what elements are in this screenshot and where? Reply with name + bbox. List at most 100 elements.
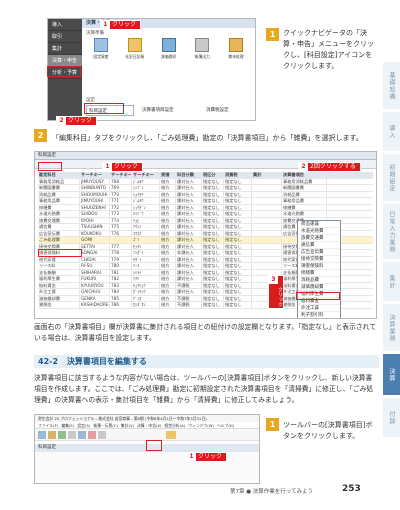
table-cell: 修繕費	[282, 204, 327, 210]
dropdown-option[interactable]: 減価償却費	[298, 284, 340, 291]
table-cell: 指定なし	[224, 204, 252, 210]
table-cell: 課対仕入	[176, 230, 202, 236]
dropdown-option[interactable]: 修繕費	[298, 270, 340, 277]
menu-ledger[interactable]: 帳簿・伝票(C)	[93, 422, 118, 428]
table-cell: KOUKOKU	[80, 230, 110, 236]
table-cell: ｿﾝｶﾞｲ	[132, 250, 160, 256]
table-cell: 事務用品費	[38, 198, 80, 204]
step2-text: 「編集科目」タブをクリックし、「ごみ処理費」勘定の「決算書項目」から「雑費」を選…	[52, 134, 363, 142]
table-cell	[252, 204, 282, 210]
table-cell: 課対仕入	[176, 289, 202, 295]
menu-settlement[interactable]: 決算・申告(K)	[137, 422, 161, 428]
book-icon	[127, 38, 142, 52]
table-cell: 借方	[160, 256, 176, 262]
table-cell: 課対仕入	[176, 237, 202, 243]
highlight-selected-option	[296, 292, 340, 300]
dropdown-option[interactable]: 利子割引料	[298, 312, 340, 318]
table-cell: 借方	[160, 276, 176, 282]
table-cell: 指定なし	[224, 263, 252, 269]
dropdown-option[interactable]: 損害保険料	[298, 263, 340, 270]
dropdown-option[interactable]: 接待交際費	[298, 256, 340, 263]
menu-analysis[interactable]: 経営分析(A)	[164, 422, 185, 428]
table-cell: 指定なし	[224, 178, 252, 184]
toolbar-button[interactable]	[78, 431, 86, 439]
col-header: 決算書項目	[282, 172, 327, 178]
table-cell: 借方	[160, 178, 176, 184]
side-tab[interactable]: 付録	[383, 398, 400, 438]
table-cell: 課対仕入	[176, 243, 202, 249]
table-cell: 784	[110, 289, 132, 295]
side-tab[interactable]: 決算業務	[383, 304, 400, 352]
table-cell: 事務用消耗品費	[282, 178, 327, 184]
table-cell: 指定なし	[202, 256, 224, 262]
icon-tile-5[interactable]: 期末処理	[221, 38, 251, 68]
table-cell: 借方	[160, 250, 176, 256]
dropdown-option[interactable]: 水道光熱費	[298, 228, 340, 235]
table-cell	[252, 224, 282, 230]
table-cell: ｽｲﾄﾞｳ	[132, 211, 160, 217]
table-cell: 課対仕入	[176, 204, 202, 210]
table-cell: 課対仕入	[176, 178, 202, 184]
dropdown-option[interactable]: 外注工賃	[298, 305, 340, 312]
dropdown-option[interactable]: 消耗品費	[298, 277, 340, 284]
table-cell: 771	[110, 198, 132, 204]
side-tab[interactable]: 基礎知識	[383, 62, 400, 110]
dropdown-option[interactable]: 荷造運賃	[298, 221, 340, 228]
highlight-nav-settlement	[47, 66, 81, 77]
menu-window[interactable]: ウィンドウ(W)	[188, 422, 214, 428]
tax-settings-button[interactable]: 消費税設定	[204, 105, 252, 116]
table-cell: 借方	[160, 224, 176, 230]
icon-tile-4[interactable]: 帳簿出力	[187, 38, 217, 68]
toolbar-button[interactable]	[88, 431, 96, 439]
table-cell: 指定なし	[202, 243, 224, 249]
table-cell: ｺﾞﾐ	[132, 237, 160, 243]
step-badge-1: 1	[266, 28, 279, 41]
table-cell: 指定なし	[202, 276, 224, 282]
table-cell: 通信費	[38, 224, 80, 230]
toolbar-button[interactable]	[68, 431, 76, 439]
toolbar-button[interactable]	[38, 431, 46, 439]
table-cell: 指定なし	[224, 211, 252, 217]
document-icon	[94, 38, 108, 52]
table-cell: ｶｼﾀﾞｵﾚ	[132, 302, 160, 308]
menu-bar: ファイル(F) 編集(E) 設定(S) 帳簿・伝票(C) 集計(V) 決算・申告…	[35, 422, 259, 429]
icon-tile-2[interactable]: 仕訳日記帳	[120, 38, 150, 68]
nav-item-summary[interactable]: 集計	[48, 43, 82, 55]
table-cell: 778	[110, 250, 132, 256]
statement-item-dropdown[interactable]: 荷造運賃 水道光熱費 旅費交通費 通信費 広告宣伝費 接待交際費 損害保険料 修繕費 消耗品費減…	[297, 220, 341, 318]
toolbar-button[interactable]	[58, 431, 66, 439]
table-cell: 課対仕入	[176, 224, 202, 230]
table-cell: 新聞図書費	[282, 185, 327, 191]
table-cell: RI-SU	[80, 263, 110, 269]
menu-help[interactable]: ヘルプ(H)	[217, 422, 234, 428]
dropdown-option[interactable]: 旅費交通費	[298, 235, 340, 242]
side-tab[interactable]: 集計	[383, 262, 400, 302]
table-cell: 指定なし	[224, 289, 252, 295]
nav-item-transaction[interactable]: 取引	[48, 31, 82, 43]
menu-summary[interactable]: 集計(V)	[121, 422, 134, 428]
table-cell: 772	[110, 204, 132, 210]
section-heading: 42-2 決算書項目を編集する	[34, 355, 379, 368]
panel-subtitle: 決算準備	[86, 31, 104, 36]
side-tab[interactable]: 日常入力業務	[383, 204, 400, 260]
dropdown-option[interactable]: 広告宣伝費	[298, 249, 340, 256]
side-tab[interactable]: 初期設定	[383, 154, 400, 202]
side-tab[interactable]: 決算	[383, 354, 400, 396]
menu-settings[interactable]: 設定(S)	[77, 422, 90, 428]
icon-tile-1[interactable]: 固定資産	[86, 38, 116, 68]
toolbar-button[interactable]	[48, 431, 56, 439]
statement-item-settings-button[interactable]: 決算書項目設定	[140, 105, 198, 116]
table-cell: ﾘｮﾋ	[132, 217, 160, 223]
icon-tile-3[interactable]: 減価償却	[154, 38, 184, 68]
menu-file[interactable]: ファイル(F)	[38, 422, 58, 428]
menu-edit[interactable]: 編集(E)	[61, 422, 74, 428]
statement-item-toolbar-button[interactable]	[166, 431, 176, 439]
col-header: 集計	[252, 172, 282, 178]
dropdown-option[interactable]: 通信費	[298, 242, 340, 249]
app-titlebar: 弥生会計 25 プロフェッショナル - 株式会社 若宮商事 - 第6期 (令和6…	[35, 415, 259, 422]
toolbar-button[interactable]	[98, 431, 106, 439]
side-tab[interactable]: 導入	[383, 112, 400, 152]
table-cell: 783	[110, 282, 132, 288]
nav-item-intro[interactable]: 導入	[48, 19, 82, 31]
table-cell: 貸倒金	[38, 302, 80, 308]
